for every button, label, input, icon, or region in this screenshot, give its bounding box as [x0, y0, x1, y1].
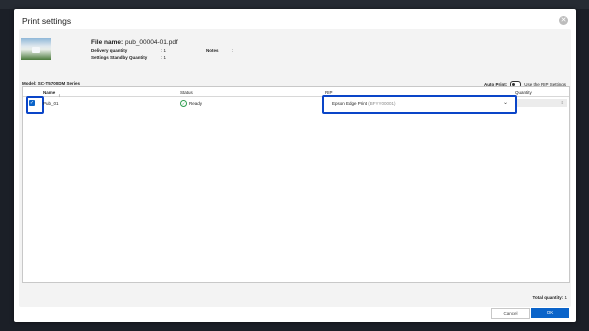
quantity-stepper[interactable]: ⇕ — [517, 99, 567, 107]
delivery-quantity: Delivery quantity — [91, 48, 127, 53]
row-name: Pub_01 — [43, 101, 59, 106]
dialog-footer: Cancel OK — [14, 307, 576, 322]
total-quantity: Total quantity: 1 — [533, 295, 567, 300]
notes: Notes — [206, 48, 219, 53]
total-quantity-value: 1 — [564, 295, 567, 300]
total-quantity-label: Total quantity: — [532, 295, 564, 300]
rip-id: (BFYY00001) — [368, 101, 396, 106]
stepper-arrows-icon[interactable]: ⇕ — [561, 100, 564, 105]
ok-button[interactable]: OK — [531, 308, 569, 318]
notes-value: : — [232, 48, 234, 53]
rip-select[interactable]: Epson Edge Print (BFYY00001) ⌄ — [322, 95, 517, 114]
print-settings-dialog: Print settings ✕ File name: pub_00004-01… — [14, 9, 576, 322]
standby-quantity: Settings Standby Quantity — [91, 55, 147, 60]
rip-select-value: Epson Edge Print (BFYY00001) — [332, 101, 396, 106]
standby-quantity-label: Settings Standby Quantity — [91, 55, 148, 60]
dialog-content: File name: pub_00004-01.pdf Delivery qua… — [19, 29, 571, 307]
dialog-title: Print settings — [22, 16, 72, 26]
cancel-button[interactable]: Cancel — [491, 308, 530, 319]
column-header-quantity: Quantity — [515, 90, 532, 95]
window-top-bar — [0, 0, 589, 9]
row-status-text: Ready — [189, 101, 203, 106]
column-name-label: Name — [43, 90, 56, 95]
row-checkbox[interactable]: ✓ — [29, 100, 35, 106]
file-name-value: pub_00004-01.pdf — [124, 39, 178, 46]
row-status: ✓ Ready — [180, 100, 202, 107]
column-header-status: Status — [180, 90, 193, 95]
column-header-name[interactable]: Name ↑ — [43, 90, 61, 98]
standby-quantity-value: : 1 — [161, 55, 167, 60]
delivery-quantity-value: : 1 — [161, 48, 167, 53]
ready-check-icon: ✓ — [180, 100, 187, 107]
chevron-down-icon: ⌄ — [502, 100, 508, 106]
delivery-quantity-label: Delivery quantity — [91, 48, 128, 53]
table-row[interactable]: ✓ Pub_01 ✓ Ready Epson Edge Print (BFYY0… — [23, 95, 569, 116]
file-name-label: File name: — [91, 39, 124, 46]
notes-label: Notes — [206, 48, 219, 53]
rip-name: Epson Edge Print — [332, 101, 368, 106]
file-name: File name: pub_00004-01.pdf — [91, 39, 178, 46]
file-thumbnail — [21, 38, 51, 60]
close-icon[interactable]: ✕ — [559, 16, 568, 25]
print-table: Name ↑ Status RIP Quantity ✓ Pub_01 ✓ Re… — [22, 86, 570, 283]
